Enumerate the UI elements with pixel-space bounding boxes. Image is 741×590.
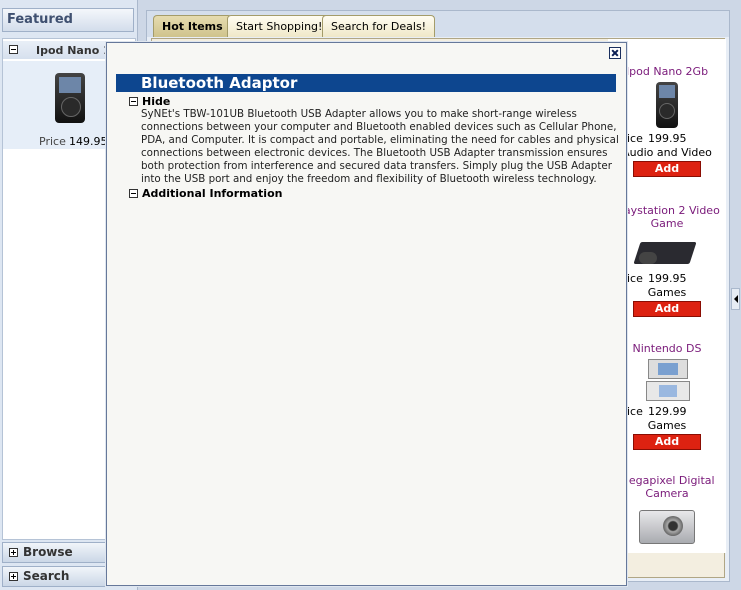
dialog-title: Bluetooth Adaptor — [116, 74, 616, 92]
search-label: Search — [23, 569, 70, 583]
tab-search-for-deals[interactable]: Search for Deals! — [322, 15, 436, 37]
camera-icon[interactable] — [639, 504, 695, 544]
collapse-icon[interactable] — [129, 189, 138, 198]
add-to-cart-button[interactable]: Add — [633, 301, 701, 317]
add-to-cart-button[interactable]: Add — [633, 434, 701, 450]
hide-section-toggle[interactable]: Hide — [129, 95, 170, 108]
tab-hot-items[interactable]: Hot Items — [153, 15, 232, 37]
product-description: SyNEt's TBW-101UB Bluetooth USB Adapter … — [141, 108, 619, 185]
ipod-icon[interactable] — [656, 82, 678, 128]
collapse-icon[interactable] — [129, 97, 138, 106]
product-price: 199.95 — [648, 272, 687, 285]
collapse-icon[interactable] — [9, 45, 18, 54]
additional-information-toggle[interactable]: Additional Information — [129, 187, 282, 200]
expand-icon[interactable] — [9, 572, 18, 581]
product-price: 129.99 — [648, 405, 687, 418]
product-detail-dialog: Bluetooth Adaptor Hide SyNEt's TBW-101UB… — [106, 42, 627, 586]
featured-price-label: Price — [39, 135, 66, 148]
featured-price-value: 149.95 — [69, 135, 108, 148]
expand-icon[interactable] — [9, 548, 18, 557]
close-icon[interactable] — [609, 47, 621, 59]
handheld-console-icon[interactable] — [644, 359, 690, 401]
product-price: 199.95 — [648, 132, 687, 145]
add-to-cart-button[interactable]: Add — [633, 161, 701, 177]
console-icon[interactable] — [633, 234, 697, 268]
featured-header-label: Featured — [7, 12, 73, 27]
tab-start-shopping[interactable]: Start Shopping! — [227, 15, 332, 37]
hide-label: Hide — [142, 95, 171, 108]
additional-information-label: Additional Information — [142, 187, 283, 200]
tab-bar: Hot Items Start Shopping! Search for Dea… — [147, 11, 729, 37]
ipod-icon — [55, 73, 85, 123]
featured-header[interactable]: Featured — [2, 8, 134, 32]
expand-panel-handle[interactable] — [731, 288, 740, 310]
browse-label: Browse — [23, 545, 73, 559]
